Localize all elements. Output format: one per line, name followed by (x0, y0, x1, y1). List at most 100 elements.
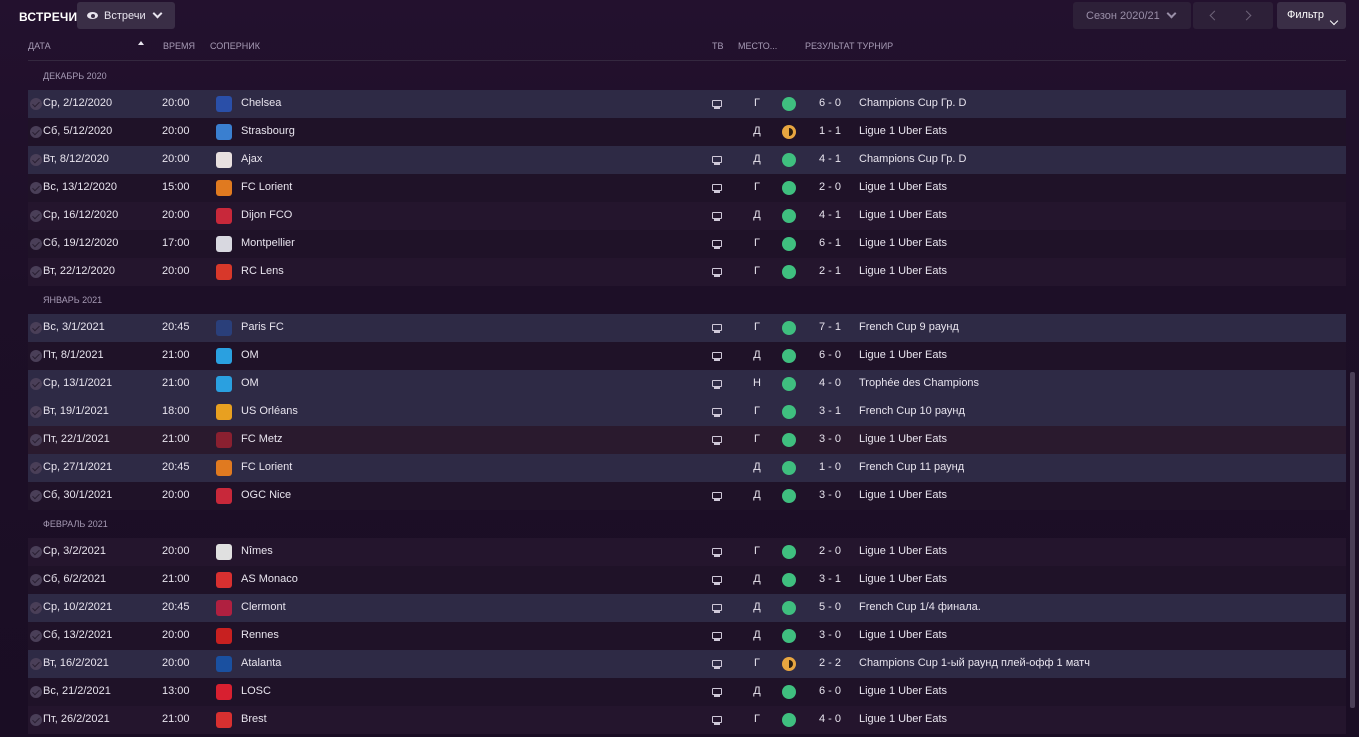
fixture-row[interactable]: Ср, 13/1/2021 21:00 OM Н 4 - 0 Trophée des Ch… (28, 370, 1346, 398)
fixture-row[interactable]: Вс, 13/12/2020 15:00 FC Lorient Г 2 - 0 Ligue… (28, 174, 1346, 202)
fixture-competition[interactable]: Ligue 1 Uber Eats (859, 181, 947, 193)
col-date[interactable]: ДАТА (28, 41, 51, 51)
fixture-score[interactable]: 3 - 0 (808, 489, 852, 501)
fixture-competition[interactable]: Ligue 1 Uber Eats (859, 573, 947, 585)
fixture-row[interactable]: Сб, 30/1/2021 20:00 OGC Nice Д 3 - 0 Ligue 1 … (28, 482, 1346, 510)
fixture-opponent[interactable]: OM (241, 377, 259, 389)
fixture-opponent[interactable]: OGC Nice (241, 489, 291, 501)
fixture-opponent[interactable]: Strasbourg (241, 125, 295, 137)
fixture-row[interactable]: Ср, 3/2/2021 20:00 Nîmes Г 2 - 0 Ligue 1 Uber… (28, 538, 1346, 566)
fixture-opponent[interactable]: Paris FC (241, 321, 284, 333)
fixture-row[interactable]: Вт, 8/12/2020 20:00 Ajax Д 4 - 1 Champions Cu… (28, 146, 1346, 174)
fixture-score[interactable]: 4 - 1 (808, 209, 852, 221)
fixture-competition[interactable]: French Cup 9 раунд (859, 321, 959, 333)
fixture-score[interactable]: 7 - 1 (808, 321, 852, 333)
fixture-date[interactable]: Вт, 19/1/2021 (43, 405, 109, 417)
fixture-competition[interactable]: Ligue 1 Uber Eats (859, 685, 947, 697)
fixture-row[interactable]: Сб, 6/2/2021 21:00 AS Monaco Д 3 - 1 Ligue 1 … (28, 566, 1346, 594)
fixture-score[interactable]: 2 - 1 (808, 265, 852, 277)
fixture-score[interactable]: 4 - 0 (808, 713, 852, 725)
fixture-row[interactable]: Ср, 16/12/2020 20:00 Dijon FCO Д 4 - 1 Ligue … (28, 202, 1346, 230)
fixture-opponent[interactable]: Rennes (241, 629, 279, 641)
fixture-row[interactable]: Ср, 2/12/2020 20:00 Chelsea Г 6 - 0 Champions… (28, 90, 1346, 118)
fixture-competition[interactable]: Ligue 1 Uber Eats (859, 349, 947, 361)
fixture-date[interactable]: Ср, 3/2/2021 (43, 545, 106, 557)
fixture-competition[interactable]: Ligue 1 Uber Eats (859, 433, 947, 445)
col-time[interactable]: ВРЕМЯ (163, 41, 195, 51)
fixture-row[interactable]: Вс, 21/2/2021 13:00 LOSC Д 6 - 0 Ligue 1 Uber… (28, 678, 1346, 706)
fixture-competition[interactable]: Champions Cup Гр. D (859, 97, 966, 109)
fixture-score[interactable]: 3 - 1 (808, 573, 852, 585)
col-venue[interactable]: МЕСТО... (738, 41, 777, 51)
fixture-opponent[interactable]: AS Monaco (241, 573, 298, 585)
fixture-competition[interactable]: Champions Cup 1-ый раунд плей-офф 1 матч (859, 657, 1090, 669)
fixture-date[interactable]: Ср, 13/1/2021 (43, 377, 112, 389)
fixture-row[interactable]: Пт, 8/1/2021 21:00 OM Д 6 - 0 Ligue 1 Uber Ea… (28, 342, 1346, 370)
fixture-opponent[interactable]: OM (241, 349, 259, 361)
fixture-score[interactable]: 2 - 0 (808, 181, 852, 193)
fixture-row[interactable]: Сб, 5/12/2020 20:00 Strasbourg Д 1 - 1 Ligue … (28, 118, 1346, 146)
fixture-date[interactable]: Ср, 16/12/2020 (43, 209, 118, 221)
fixture-competition[interactable]: French Cup 1/4 финала. (859, 601, 981, 613)
fixture-opponent[interactable]: Brest (241, 713, 267, 725)
fixture-date[interactable]: Сб, 5/12/2020 (43, 125, 112, 137)
fixture-date[interactable]: Пт, 22/1/2021 (43, 433, 110, 445)
fixture-competition[interactable]: Ligue 1 Uber Eats (859, 545, 947, 557)
fixture-date[interactable]: Сб, 13/2/2021 (43, 629, 112, 641)
fixture-competition[interactable]: French Cup 11 раунд (859, 461, 964, 473)
fixture-score[interactable]: 2 - 0 (808, 545, 852, 557)
fixture-row[interactable]: Пт, 22/1/2021 21:00 FC Metz Г 3 - 0 Ligue 1 U… (28, 426, 1346, 454)
fixture-date[interactable]: Вс, 3/1/2021 (43, 321, 105, 333)
fixture-date[interactable]: Сб, 6/2/2021 (43, 573, 106, 585)
fixture-score[interactable]: 3 - 0 (808, 433, 852, 445)
fixture-opponent[interactable]: Ajax (241, 153, 262, 165)
filter-button[interactable]: Фильтр (1277, 2, 1346, 29)
col-result[interactable]: РЕЗУЛЬТАТ (805, 41, 854, 51)
fixture-date[interactable]: Ср, 2/12/2020 (43, 97, 112, 109)
fixture-opponent[interactable]: Clermont (241, 601, 286, 613)
fixture-row[interactable]: Ср, 10/2/2021 20:45 Clermont Д 5 - 0 French C… (28, 594, 1346, 622)
fixture-opponent[interactable]: Nîmes (241, 545, 273, 557)
fixture-row[interactable]: Пт, 26/2/2021 21:00 Brest Г 4 - 0 Ligue 1 Ube… (28, 706, 1346, 734)
fixture-opponent[interactable]: LOSC (241, 685, 271, 697)
fixture-score[interactable]: 2 - 2 (808, 657, 852, 669)
fixture-competition[interactable]: Ligue 1 Uber Eats (859, 237, 947, 249)
fixture-competition[interactable]: Champions Cup Гр. D (859, 153, 966, 165)
fixture-score[interactable]: 4 - 1 (808, 153, 852, 165)
fixture-score[interactable]: 3 - 1 (808, 405, 852, 417)
fixture-opponent[interactable]: Dijon FCO (241, 209, 292, 221)
fixture-date[interactable]: Сб, 30/1/2021 (43, 489, 112, 501)
fixture-competition[interactable]: Ligue 1 Uber Eats (859, 125, 947, 137)
fixture-date[interactable]: Вс, 13/12/2020 (43, 181, 117, 193)
fixture-opponent[interactable]: Atalanta (241, 657, 281, 669)
fixture-row[interactable]: Вт, 22/12/2020 20:00 RC Lens Г 2 - 1 Ligue 1 … (28, 258, 1346, 286)
fixture-score[interactable]: 3 - 0 (808, 629, 852, 641)
view-dropdown[interactable]: Встречи (77, 2, 175, 29)
fixture-score[interactable]: 6 - 0 (808, 349, 852, 361)
fixture-score[interactable]: 6 - 1 (808, 237, 852, 249)
fixture-opponent[interactable]: FC Metz (241, 433, 283, 445)
fixture-row[interactable]: Сб, 13/2/2021 20:00 Rennes Д 3 - 0 Ligue 1 Ub… (28, 622, 1346, 650)
fixture-row[interactable]: Сб, 19/12/2020 17:00 Montpellier Г 6 - 1 Ligu… (28, 230, 1346, 258)
fixture-date[interactable]: Сб, 19/12/2020 (43, 237, 118, 249)
fixture-opponent[interactable]: Chelsea (241, 97, 281, 109)
fixture-date[interactable]: Ср, 10/2/2021 (43, 601, 112, 613)
fixture-date[interactable]: Ср, 27/1/2021 (43, 461, 112, 473)
col-opponent[interactable]: СОПЕРНИК (210, 41, 260, 51)
chevron-left-icon[interactable] (1209, 10, 1220, 21)
scrollbar[interactable] (1350, 372, 1355, 708)
fixture-competition[interactable]: Ligue 1 Uber Eats (859, 489, 947, 501)
fixture-competition[interactable]: French Cup 10 раунд (859, 405, 965, 417)
fixture-opponent[interactable]: RC Lens (241, 265, 284, 277)
fixture-score[interactable]: 6 - 0 (808, 97, 852, 109)
fixture-row[interactable]: Вс, 3/1/2021 20:45 Paris FC Г 7 - 1 French Cu… (28, 314, 1346, 342)
fixture-date[interactable]: Вт, 8/12/2020 (43, 153, 109, 165)
fixture-score[interactable]: 1 - 0 (808, 461, 852, 473)
fixture-date[interactable]: Вс, 21/2/2021 (43, 685, 111, 697)
fixture-date[interactable]: Вт, 22/12/2020 (43, 265, 115, 277)
fixture-date[interactable]: Пт, 8/1/2021 (43, 349, 104, 361)
fixture-competition[interactable]: Ligue 1 Uber Eats (859, 209, 947, 221)
season-dropdown[interactable]: Сезон 2020/21 (1073, 2, 1191, 29)
fixture-competition[interactable]: Ligue 1 Uber Eats (859, 629, 947, 641)
fixture-score[interactable]: 1 - 1 (808, 125, 852, 137)
